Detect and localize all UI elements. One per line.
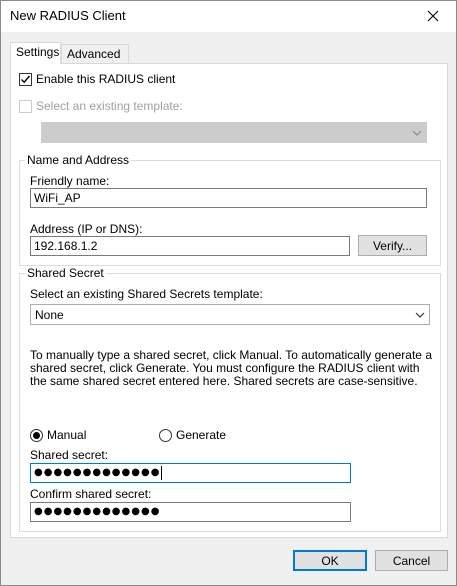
existing-template-dropdown[interactable] <box>41 122 427 143</box>
friendly-name-input[interactable]: WiFi_AP <box>30 188 427 208</box>
secret-template-value: None <box>35 307 64 322</box>
name-address-group: Name and Address Friendly name: WiFi_AP … <box>19 153 441 266</box>
shared-secret-input[interactable]: ●●●●●●●●●●●●● <box>30 463 351 483</box>
close-button[interactable] <box>410 1 456 31</box>
address-input[interactable]: 192.168.1.2 <box>30 236 350 256</box>
secret-template-dropdown[interactable]: None <box>30 304 430 325</box>
generate-radio-row[interactable]: Generate <box>159 428 226 442</box>
text-caret <box>161 466 163 480</box>
tab-settings[interactable]: Settings <box>10 42 61 64</box>
shared-secret-description: To manually type a shared secret, click … <box>30 348 432 388</box>
friendly-name-value: WiFi_AP <box>34 191 81 205</box>
address-label: Address (IP or DNS): <box>30 222 143 236</box>
existing-template-row[interactable]: Select an existing template: <box>19 99 183 113</box>
manual-radio[interactable] <box>30 428 43 442</box>
friendly-name-label: Friendly name: <box>30 174 110 188</box>
confirm-secret-label: Confirm shared secret: <box>30 487 152 501</box>
enable-client-checkbox[interactable] <box>19 72 32 86</box>
dialog-window: New RADIUS Client Settings Advanced Enab… <box>0 0 457 586</box>
name-address-title: Name and Address <box>25 153 132 167</box>
chevron-down-icon <box>412 130 422 136</box>
existing-template-label: Select an existing template: <box>36 99 183 113</box>
title-bar[interactable]: New RADIUS Client <box>1 1 456 32</box>
manual-radio-row[interactable]: Manual <box>30 428 86 442</box>
enable-client-label: Enable this RADIUS client <box>36 72 176 86</box>
confirm-secret-value: ●●●●●●●●●●●●● <box>34 506 161 517</box>
manual-radio-label: Manual <box>47 428 87 442</box>
secret-template-label: Select an existing Shared Secrets templa… <box>30 287 263 301</box>
generate-radio[interactable] <box>159 428 172 442</box>
ok-button[interactable]: OK <box>293 550 367 571</box>
window-title: New RADIUS Client <box>10 8 126 23</box>
tab-advanced[interactable]: Advanced <box>61 44 129 63</box>
verify-button[interactable]: Verify... <box>358 235 427 256</box>
confirm-secret-input[interactable]: ●●●●●●●●●●●●● <box>30 502 351 522</box>
generate-radio-label: Generate <box>176 428 227 442</box>
address-value: 192.168.1.2 <box>34 239 98 253</box>
shared-secret-title: Shared Secret <box>25 266 106 280</box>
close-icon <box>427 10 439 22</box>
cancel-button[interactable]: Cancel <box>375 550 448 571</box>
shared-secret-value: ●●●●●●●●●●●●● <box>34 467 161 478</box>
checkmark-icon <box>21 75 31 83</box>
enable-client-row[interactable]: Enable this RADIUS client <box>19 72 175 86</box>
existing-template-checkbox[interactable] <box>19 99 32 113</box>
shared-secret-label: Shared secret: <box>30 448 109 462</box>
settings-panel: Enable this RADIUS client Select an exis… <box>10 63 448 538</box>
chevron-down-icon <box>415 312 425 318</box>
